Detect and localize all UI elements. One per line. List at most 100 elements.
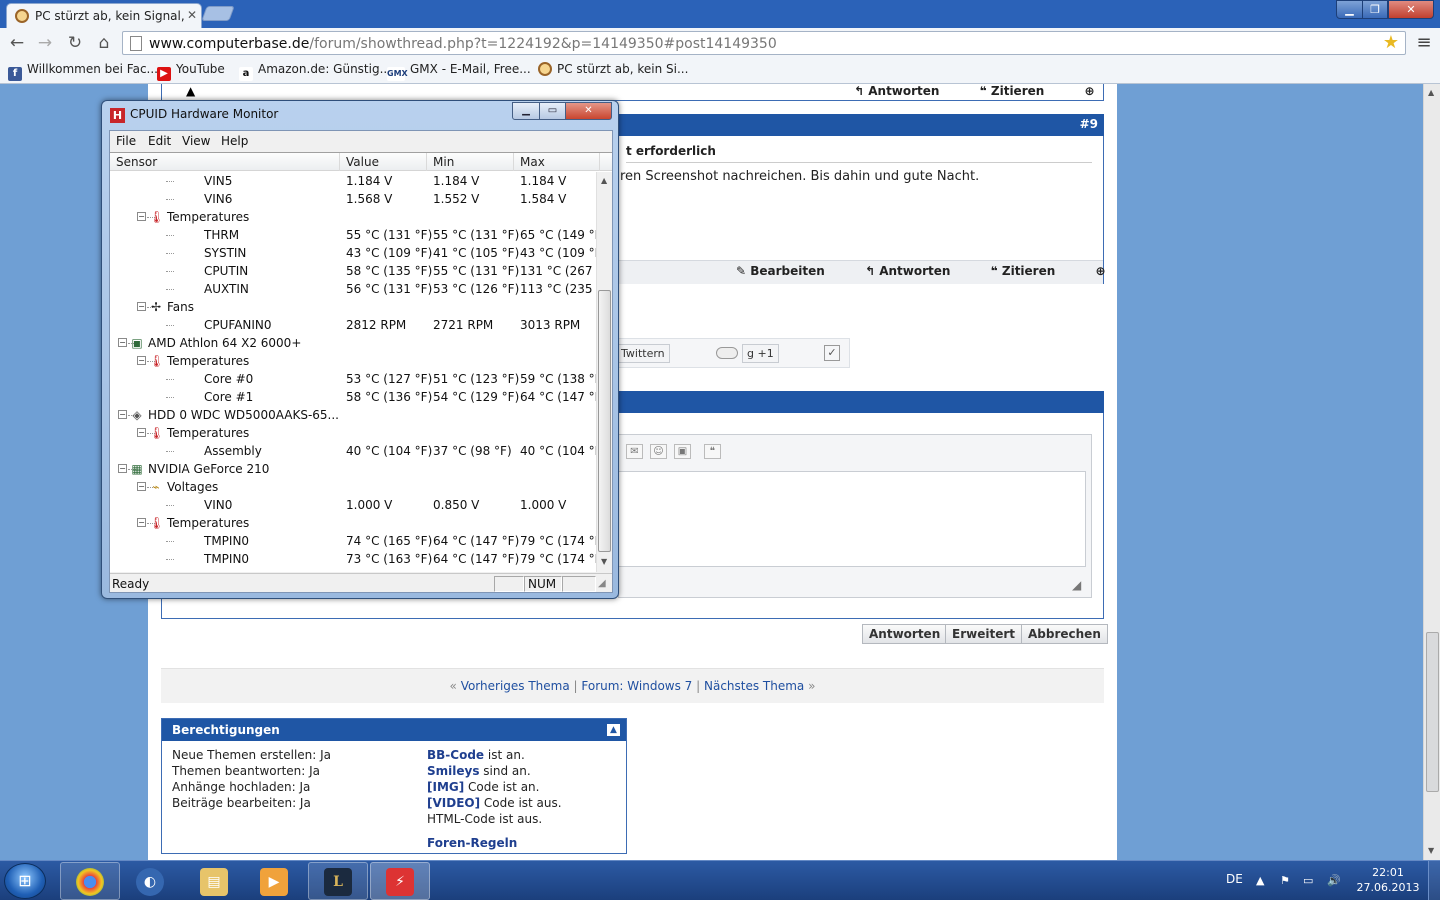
group-node[interactable]: − ✢ Fans — [110, 298, 596, 316]
twitter-button[interactable]: Twittern — [616, 344, 670, 363]
sensor-scrollbar[interactable]: ▲ ▼ — [596, 172, 612, 572]
scroll-up-icon[interactable]: ▲ — [601, 176, 607, 185]
network-icon[interactable]: ▭ — [1303, 874, 1313, 887]
sensor-row[interactable]: AUXTIN 56 °C (131 °F) 53 °C (126 °F) 113 °C… — [110, 280, 596, 298]
quote-button[interactable]: ❝ Zitieren — [980, 84, 1063, 98]
page-scrollbar[interactable]: ▲ ▼ — [1423, 84, 1440, 860]
tray-expand-icon[interactable]: ▲ — [1256, 874, 1264, 887]
collapse-toggle-icon[interactable]: − — [137, 518, 146, 527]
column-max[interactable]: Max — [514, 153, 600, 171]
scrollbar-thumb[interactable] — [598, 290, 611, 552]
smileys-link[interactable]: Smileys — [427, 764, 479, 778]
device-node[interactable]: − ◈ HDD 0 WDC WD5000AAKS-65... — [110, 406, 596, 424]
chrome-menu-icon[interactable]: ≡ — [1414, 32, 1434, 54]
column-sensor[interactable]: Sensor — [110, 153, 340, 171]
post-number[interactable]: #9 — [1080, 117, 1098, 131]
hwmonitor-minimize-button[interactable]: ▁ — [512, 102, 540, 120]
device-node[interactable]: − ▦ NVIDIA GeForce 210 — [110, 460, 596, 478]
taskbar-video[interactable]: ▶ — [244, 862, 304, 900]
collapse-toggle-icon[interactable]: − — [118, 410, 127, 419]
tab-close-icon[interactable]: ✕ — [187, 8, 197, 22]
bookmark-amazon[interactable]: a Amazon.de: Günstig... — [239, 62, 391, 81]
report-warning-icon[interactable]: ▲ — [186, 84, 195, 98]
bookmark-computerbase[interactable]: PC stürzt ab, kein Si... — [538, 62, 688, 80]
bbcode-link[interactable]: BB-Code — [427, 748, 484, 762]
cancel-button[interactable]: Abbrechen — [1021, 624, 1108, 644]
sensor-row[interactable]: VIN0 1.000 V 0.850 V 1.000 V — [110, 496, 596, 514]
clock[interactable]: 22:01 27.06.2013 — [1356, 865, 1420, 895]
next-thread-link[interactable]: Nächstes Thema — [704, 679, 804, 693]
collapse-toggle-icon[interactable]: − — [118, 464, 127, 473]
taskbar-hwmonitor[interactable]: ⚡ — [370, 862, 430, 900]
group-node[interactable]: − 🌡 Temperatures — [110, 352, 596, 370]
flag-icon[interactable]: ⚑ — [1280, 874, 1290, 887]
collapse-toggle-icon[interactable]: − — [137, 212, 146, 221]
column-value[interactable]: Value — [340, 153, 427, 171]
resize-grip-icon[interactable]: ◢ — [1072, 578, 1081, 592]
collapse-toggle-icon[interactable]: − — [137, 428, 146, 437]
scroll-up-icon[interactable]: ▲ — [1428, 88, 1434, 97]
smiley-icon[interactable]: ☺ — [650, 444, 667, 459]
browser-tab[interactable]: PC stürzt ab, kein Signal, M ✕ — [6, 3, 202, 28]
show-desktop-button[interactable] — [1428, 861, 1440, 900]
gplus-button[interactable]: g +1 — [742, 344, 779, 363]
hwmonitor-maximize-button[interactable]: ▭ — [539, 102, 566, 120]
sensor-row[interactable]: CPUFANIN0 2812 RPM 2721 RPM 3013 RPM — [110, 316, 596, 334]
sensor-row[interactable]: THRM 55 °C (131 °F) 55 °C (131 °F) 65 °C (1… — [110, 226, 596, 244]
menu-view[interactable]: View — [182, 134, 210, 148]
multiquote-icon[interactable]: ⊕ — [1084, 84, 1094, 98]
scrollbar-thumb[interactable] — [1426, 632, 1439, 792]
menu-edit[interactable]: Edit — [148, 134, 171, 148]
sensor-row[interactable]: CPUTIN 58 °C (135 °F) 55 °C (131 °F) 131 °C… — [110, 262, 596, 280]
window-close-button[interactable]: ✕ — [1388, 0, 1434, 19]
taskbar-league[interactable]: L — [308, 862, 368, 900]
forum-rules-link[interactable]: Foren-Regeln — [427, 836, 517, 850]
forum-link[interactable]: Forum: Windows 7 — [581, 679, 692, 693]
submit-reply-button[interactable]: Antworten — [862, 624, 948, 644]
taskbar-media-player[interactable]: ◐ — [120, 862, 180, 900]
back-arrow-icon[interactable]: ← — [6, 32, 28, 54]
collapse-toggle-icon[interactable]: − — [137, 482, 146, 491]
collapse-toggle-icon[interactable]: − — [137, 356, 146, 365]
forward-arrow-icon[interactable]: → — [34, 32, 56, 54]
email-icon[interactable]: ✉ — [626, 444, 643, 459]
sensor-row[interactable]: TMPIN0 73 °C (163 °F) 64 °C (147 °F) 79 °C … — [110, 550, 596, 568]
address-bar[interactable]: www.computerbase.de/forum/showthread.php… — [122, 31, 1406, 55]
start-button[interactable]: ⊞ — [4, 863, 46, 899]
sensor-row[interactable]: TMPIN0 74 °C (165 °F) 64 °C (147 °F) 79 °C … — [110, 532, 596, 550]
sensor-row[interactable]: VIN5 1.184 V 1.184 V 1.184 V — [110, 172, 596, 190]
group-node[interactable]: − ⌁ Voltages — [110, 478, 596, 496]
video-link[interactable]: [VIDEO] — [427, 796, 480, 810]
menu-help[interactable]: Help — [221, 134, 248, 148]
collapse-toggle-icon[interactable]: − — [118, 338, 127, 347]
collapse-icon[interactable]: ▲ — [607, 724, 620, 736]
volume-icon[interactable]: 🔊 — [1327, 874, 1341, 887]
menu-file[interactable]: File — [116, 134, 136, 148]
quote-icon[interactable]: ❝ — [704, 444, 721, 459]
column-min[interactable]: Min — [427, 153, 514, 171]
sensor-row[interactable]: Assembly 40 °C (104 °F) 37 °C (98 °F) 40 °C… — [110, 442, 596, 460]
reply-button[interactable]: ↰ Antworten — [865, 264, 968, 278]
sensor-row[interactable]: VIN6 1.568 V 1.552 V 1.584 V — [110, 190, 596, 208]
scroll-down-icon[interactable]: ▼ — [601, 557, 607, 566]
taskbar-chrome[interactable] — [60, 862, 120, 900]
window-minimize-button[interactable]: ▁ — [1336, 0, 1363, 19]
share-settings-icon[interactable]: ✓ — [824, 345, 840, 361]
privacy-toggle[interactable] — [716, 347, 738, 359]
advanced-button[interactable]: Erweitert — [945, 624, 1022, 644]
sensor-row[interactable]: SYSTIN 43 °C (109 °F) 41 °C (105 °F) 43 °C … — [110, 244, 596, 262]
img-link[interactable]: [IMG] — [427, 780, 464, 794]
size-grip-icon[interactable]: ◢ — [598, 578, 606, 589]
reply-textarea[interactable] — [618, 471, 1086, 567]
sensor-row[interactable]: Core #1 58 °C (136 °F) 54 °C (129 °F) 64 °C… — [110, 388, 596, 406]
group-node[interactable]: − 🌡 Temperatures — [110, 424, 596, 442]
group-node[interactable]: − 🌡 Temperatures — [110, 514, 596, 532]
reply-button[interactable]: ↰ Antworten — [854, 84, 957, 98]
scroll-down-icon[interactable]: ▼ — [1428, 846, 1434, 855]
hwmonitor-close-button[interactable]: ✕ — [565, 102, 612, 120]
window-maximize-button[interactable]: ❐ — [1362, 0, 1388, 19]
image-icon[interactable]: ▣ — [674, 444, 691, 459]
edit-button[interactable]: ✎ Bearbeiten — [736, 264, 843, 278]
sensor-row[interactable]: Core #0 53 °C (127 °F) 51 °C (123 °F) 59 °C… — [110, 370, 596, 388]
bookmark-star-icon[interactable]: ★ — [1383, 32, 1399, 53]
